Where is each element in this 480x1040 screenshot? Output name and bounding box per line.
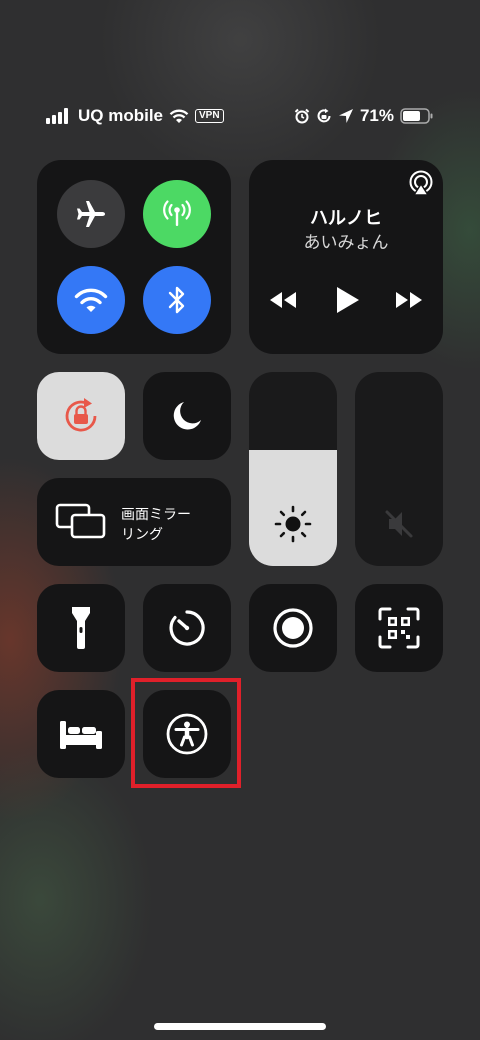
sleep-mode-button[interactable] (37, 690, 125, 778)
connectivity-panel (37, 160, 231, 354)
flashlight-icon (72, 607, 90, 649)
screen-recording-button[interactable] (249, 584, 337, 672)
volume-slider[interactable] (355, 372, 443, 566)
highlight-box (131, 678, 241, 788)
brightness-sun-icon (274, 505, 312, 543)
screen-mirroring-label-line1: 画面ミラー (121, 506, 191, 522)
battery-percent: 71% (359, 106, 394, 125)
airplay-icon[interactable] (407, 170, 435, 198)
cellular-data-toggle[interactable] (143, 180, 211, 248)
now-playing-panel[interactable]: ハルノヒ あいみょん (249, 160, 443, 354)
qr-code-scanner-button[interactable] (355, 584, 443, 672)
bluetooth-toggle[interactable] (143, 266, 211, 334)
screen-record-icon (273, 608, 313, 648)
brightness-slider[interactable] (249, 372, 337, 566)
previous-track-icon[interactable] (268, 290, 298, 310)
play-icon[interactable] (335, 285, 361, 315)
moon-icon (173, 402, 201, 430)
timer-button[interactable] (143, 584, 231, 672)
home-indicator[interactable] (154, 1023, 326, 1030)
location-arrow-icon (338, 109, 353, 123)
status-bar: UQ mobile VPN 71% (0, 106, 480, 130)
qr-code-icon (378, 607, 420, 649)
do-not-disturb-button[interactable] (143, 372, 231, 460)
vpn-badge: VPN (195, 109, 224, 123)
screen-mirroring-button[interactable]: 画面ミラー リング (37, 478, 231, 566)
signal-bars-icon (46, 108, 68, 124)
cellular-antenna-icon (163, 200, 191, 226)
bed-icon (60, 721, 102, 749)
next-track-icon[interactable] (394, 290, 424, 310)
speaker-muted-icon (385, 510, 413, 538)
orientation-lock-icon (65, 398, 97, 432)
wifi-status-icon (169, 109, 189, 123)
wifi-toggle[interactable] (57, 266, 125, 334)
screen-mirroring-icon (55, 503, 106, 539)
airplane-icon (77, 201, 105, 227)
timer-icon (169, 610, 205, 646)
battery-icon (400, 108, 433, 124)
screen-mirroring-label-line2: リング (121, 526, 163, 542)
orientation-lock-button[interactable] (37, 372, 125, 460)
carrier-name: UQ mobile (78, 106, 164, 125)
track-artist: あいみょん (303, 233, 389, 252)
alarm-icon (294, 108, 310, 124)
airplane-mode-toggle[interactable] (57, 180, 125, 248)
flashlight-button[interactable] (37, 584, 125, 672)
wifi-icon (74, 288, 108, 312)
bluetooth-icon (168, 286, 185, 314)
orientation-lock-status-icon (317, 108, 331, 123)
track-title: ハルノヒ (310, 208, 382, 228)
